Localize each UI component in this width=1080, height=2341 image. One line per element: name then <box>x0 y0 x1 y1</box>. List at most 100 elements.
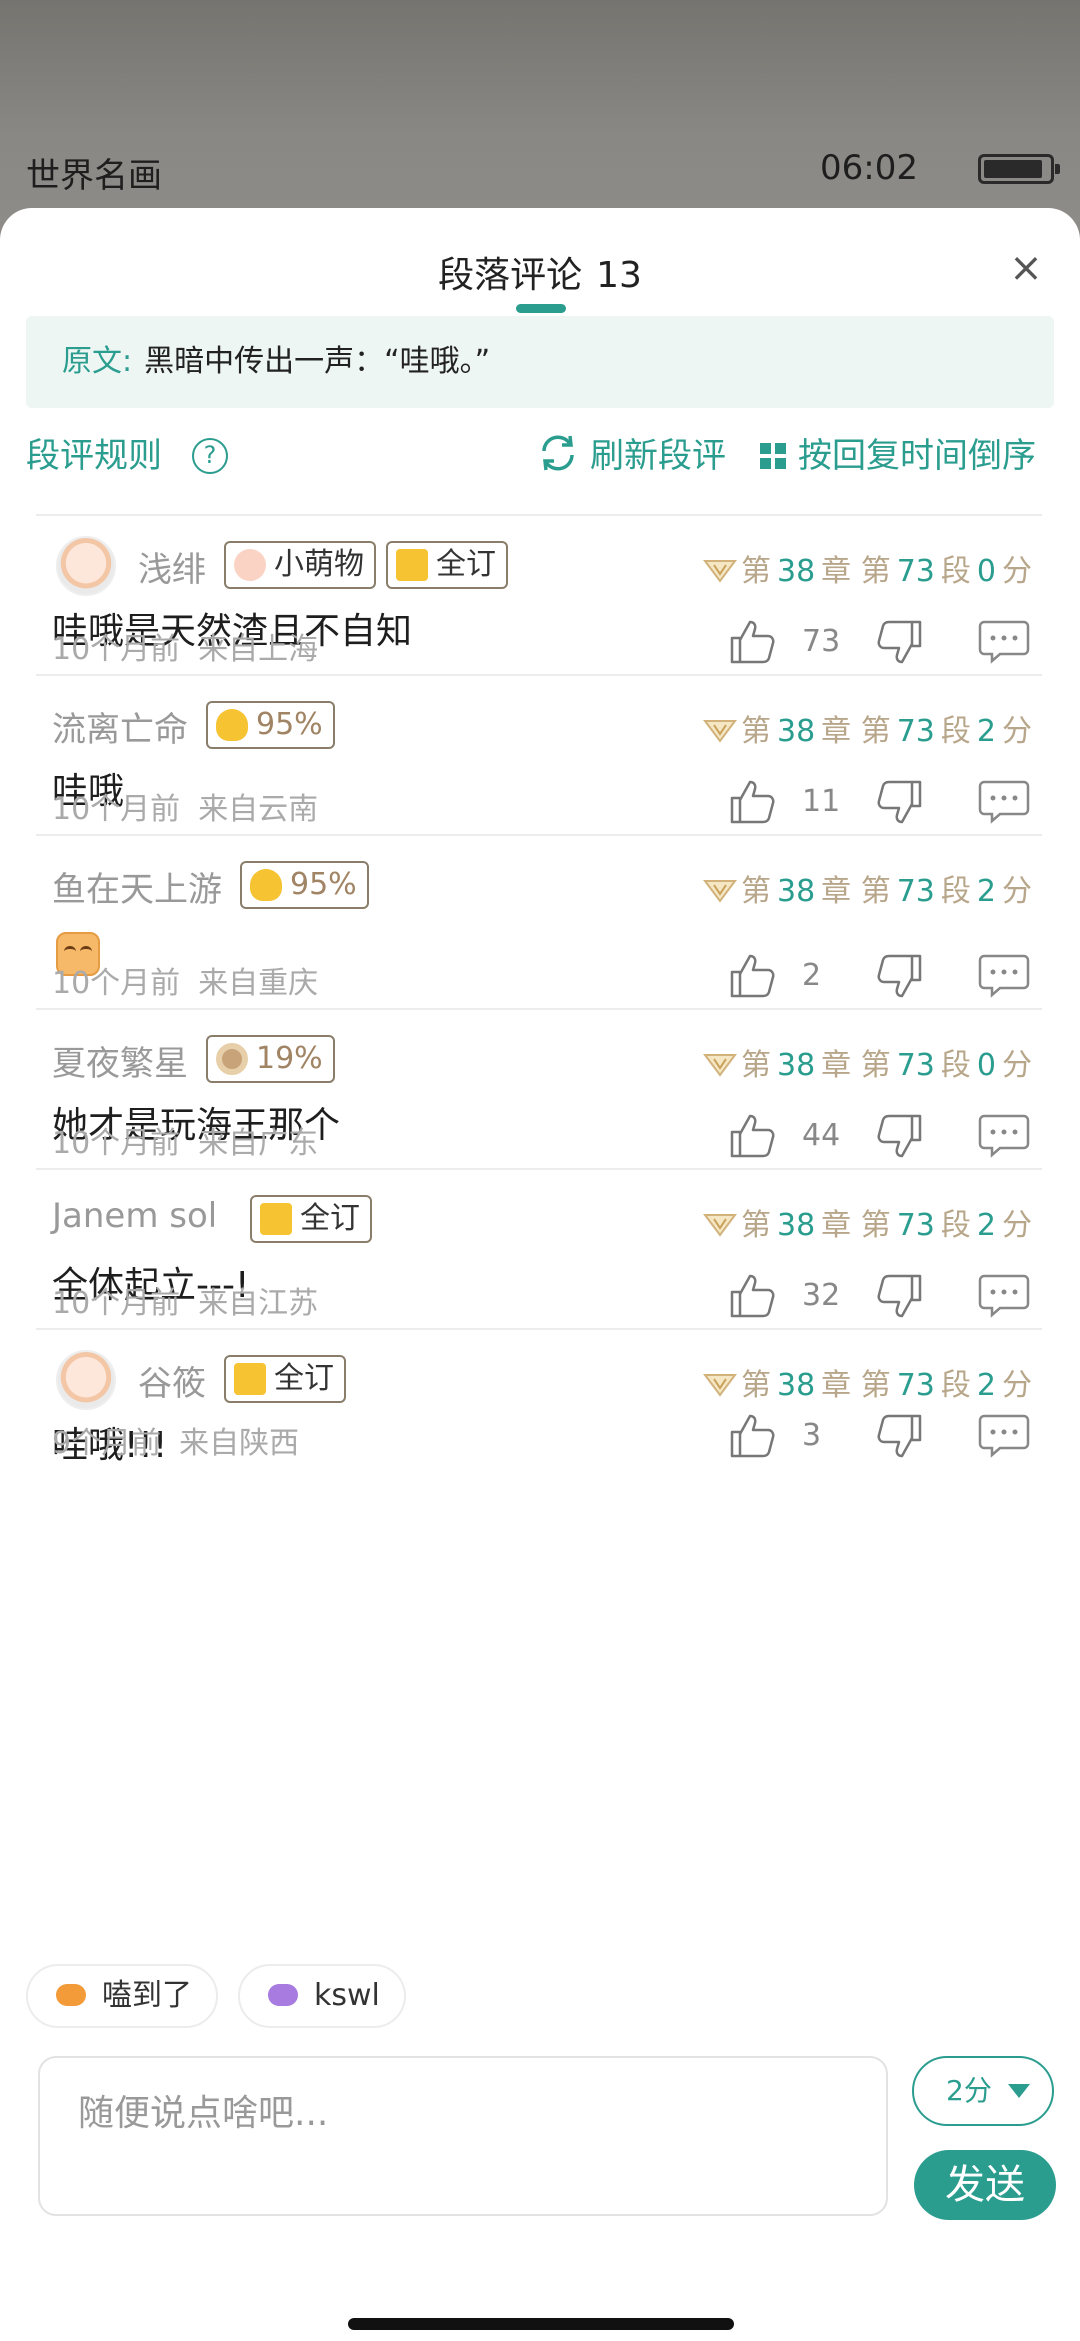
refresh-button[interactable]: 刷新段评 <box>536 428 726 477</box>
chapter-number: 2 <box>976 874 996 909</box>
avatar[interactable] <box>56 1350 116 1410</box>
rules-link[interactable]: 段评规则 <box>26 428 162 477</box>
chapter-label: 第 <box>740 1208 771 1243</box>
badge-text: 小萌物 <box>274 547 364 582</box>
chapter-label: 第 <box>740 554 771 589</box>
chapter-label: 章 <box>821 1208 852 1243</box>
username[interactable]: 流离亡命 <box>52 702 188 751</box>
chapter-info: 第 38 章 第 73 段 2 分 <box>702 1200 1032 1244</box>
score-select[interactable]: 2分 <box>912 2056 1054 2126</box>
chapter-label: 第 <box>851 1368 891 1403</box>
chapter-info: 第 38 章 第 73 段 2 分 <box>702 706 1032 750</box>
chapter-label: 第 <box>740 714 771 749</box>
thumbs-down-icon[interactable] <box>874 776 926 828</box>
chapter-number: 38 <box>776 714 816 749</box>
comment-time: 10个月前 <box>52 966 181 1001</box>
chapter-label: 第 <box>740 874 771 909</box>
comment-input[interactable]: 随便说点啥吧... <box>38 2056 888 2216</box>
comment-meta: 9个月前 来自陕西 <box>52 1418 299 1462</box>
chapter-label: 章 <box>821 1048 852 1083</box>
quick-reply-text: 嗑到了 <box>102 1978 192 2013</box>
username[interactable]: Janem sol <box>52 1196 217 1236</box>
thumbs-up-icon[interactable] <box>726 776 778 828</box>
comment-header: 浅绯 小萌物 全订第 38 章 第 73 段 0 分 <box>36 536 1042 598</box>
comment-header: 谷筱 全订第 38 章 第 73 段 2 分 <box>36 1350 1042 1412</box>
vip-icon <box>702 720 737 743</box>
chapter-label: 段 <box>940 554 971 589</box>
reply-icon[interactable] <box>978 614 1030 666</box>
source-text: 黑暗中传出一声：“哇哦。” <box>144 344 491 379</box>
coin-icon <box>216 1043 248 1075</box>
thumbs-up-icon[interactable] <box>726 950 778 1002</box>
candy-icon <box>268 1984 298 2006</box>
username[interactable]: 谷筱 <box>138 1356 206 1405</box>
badge-text: 全订 <box>274 1361 334 1396</box>
reply-icon[interactable] <box>978 1108 1030 1160</box>
comment-count: 13 <box>596 255 642 296</box>
title-underline <box>516 304 566 313</box>
comment-time: 10个月前 <box>52 1286 181 1321</box>
book-title: 世界名画 <box>26 156 162 196</box>
chapter-number: 0 <box>976 1048 996 1083</box>
comment-time: 10个月前 <box>52 792 181 827</box>
chapter-number: 73 <box>896 714 935 749</box>
reply-icon[interactable] <box>978 948 1030 1000</box>
help-icon[interactable]: ? <box>192 438 228 474</box>
comment-meta: 10个月前 来自重庆 <box>52 958 318 1002</box>
candy-icon <box>56 1984 86 2006</box>
score-label: 2分 <box>946 2074 992 2107</box>
chapter-info: 第 38 章 第 73 段 2 分 <box>702 1360 1032 1404</box>
close-icon[interactable]: × <box>1006 248 1046 288</box>
chapter-number: 0 <box>976 554 996 589</box>
chapter-label: 段 <box>940 1048 971 1083</box>
avatar[interactable] <box>56 536 116 596</box>
comment-location: 来自上海 <box>198 632 319 667</box>
thumbs-down-icon[interactable] <box>874 1110 926 1162</box>
thumbs-down-icon[interactable] <box>874 616 926 668</box>
refresh-label: 刷新段评 <box>590 436 726 476</box>
chapter-info: 第 38 章 第 73 段 2 分 <box>702 866 1032 910</box>
reply-icon[interactable] <box>978 1268 1030 1320</box>
comment-time: 10个月前 <box>52 1126 181 1161</box>
chapter-number: 2 <box>976 714 996 749</box>
thumbs-down-icon[interactable] <box>874 950 926 1002</box>
chapter-label: 段 <box>940 714 971 749</box>
comment-meta: 10个月前 来自广东 <box>52 1118 318 1162</box>
thumbs-down-icon[interactable] <box>874 1270 926 1322</box>
sort-button[interactable]: 按回复时间倒序 <box>760 428 1036 477</box>
sheet-title: 段落评论 13 <box>0 246 1080 298</box>
comment-item: 谷筱 全订第 38 章 第 73 段 2 分哇哦!!! 9个月前 来自陕西 3 <box>36 1328 1042 1468</box>
thumbs-down-icon[interactable] <box>874 1410 926 1462</box>
grid-icon <box>760 443 786 469</box>
chapter-info: 第 38 章 第 73 段 0 分 <box>702 1040 1032 1084</box>
chapter-label: 章 <box>821 714 852 749</box>
username[interactable]: 鱼在天上游 <box>52 862 222 911</box>
comment-location: 来自陕西 <box>179 1426 300 1461</box>
username[interactable]: 夏夜繁星 <box>52 1036 188 1085</box>
quick-reply-chip[interactable]: kswl <box>238 1964 406 2028</box>
thumbs-up-icon[interactable] <box>726 616 778 668</box>
thumbs-up-icon[interactable] <box>726 1110 778 1162</box>
comment-header: Janem sol 全订第 38 章 第 73 段 2 分 <box>36 1195 1042 1252</box>
quick-reply-chip[interactable]: 嗑到了 <box>26 1964 218 2028</box>
reply-icon[interactable] <box>978 1408 1030 1460</box>
chapter-number: 38 <box>776 874 816 909</box>
vip-icon <box>702 880 737 903</box>
user-badge: 95% <box>240 861 369 909</box>
chapter-number: 73 <box>896 1048 935 1083</box>
send-button[interactable]: 发送 <box>914 2150 1056 2220</box>
chapter-label: 第 <box>851 1208 891 1243</box>
thumbs-up-icon[interactable] <box>726 1270 778 1322</box>
sheet-title-text: 段落评论 <box>438 255 583 296</box>
reply-icon[interactable] <box>978 774 1030 826</box>
chapter-label: 段 <box>940 1368 971 1403</box>
comments-toolbar: 段评规则 ? 刷新段评 按回复时间倒序 <box>0 428 1080 488</box>
chapter-label: 段 <box>940 874 971 909</box>
username[interactable]: 浅绯 <box>138 542 206 591</box>
chapter-label: 章 <box>821 874 852 909</box>
comment-item: 夏夜繁星 19% 第 38 章 第 73 段 0 分她才是玩海王那个 10个月前 来自广东 44 <box>36 1008 1042 1168</box>
like-count: 2 <box>802 958 822 993</box>
thumbs-up-icon[interactable] <box>726 1410 778 1462</box>
like-count: 11 <box>802 784 841 819</box>
chapter-number: 38 <box>776 1368 816 1403</box>
